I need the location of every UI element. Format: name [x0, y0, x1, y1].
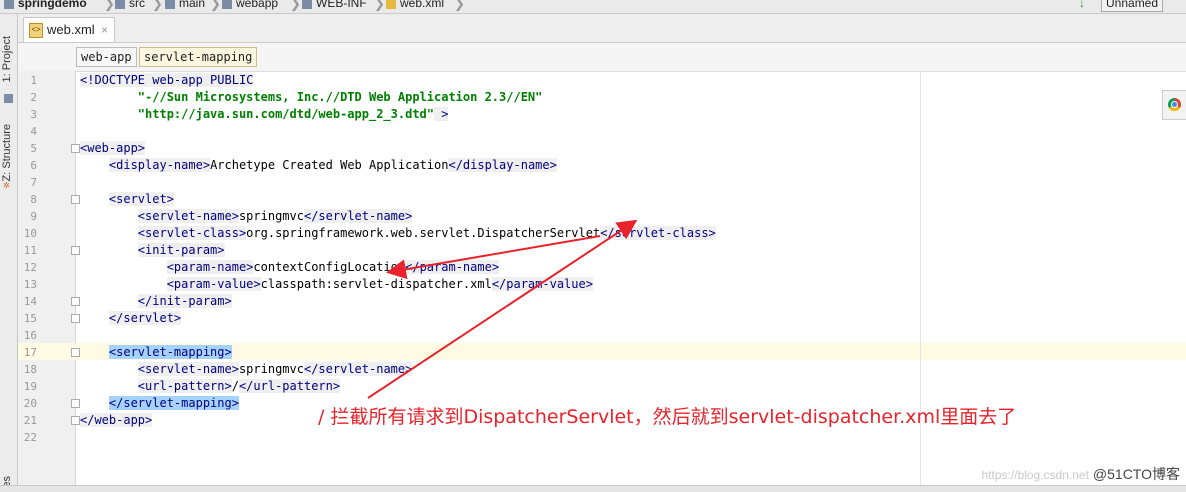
- arrow-to-dispatcher-servlet: [367, 219, 638, 399]
- annotation-text: / 拦截所有请求到DispatcherServlet，然后就到servlet-d…: [318, 406, 1017, 428]
- arrow-to-config-location: [386, 235, 601, 280]
- watermark: https://blog.csdn.net @51CTO博客: [981, 466, 1181, 482]
